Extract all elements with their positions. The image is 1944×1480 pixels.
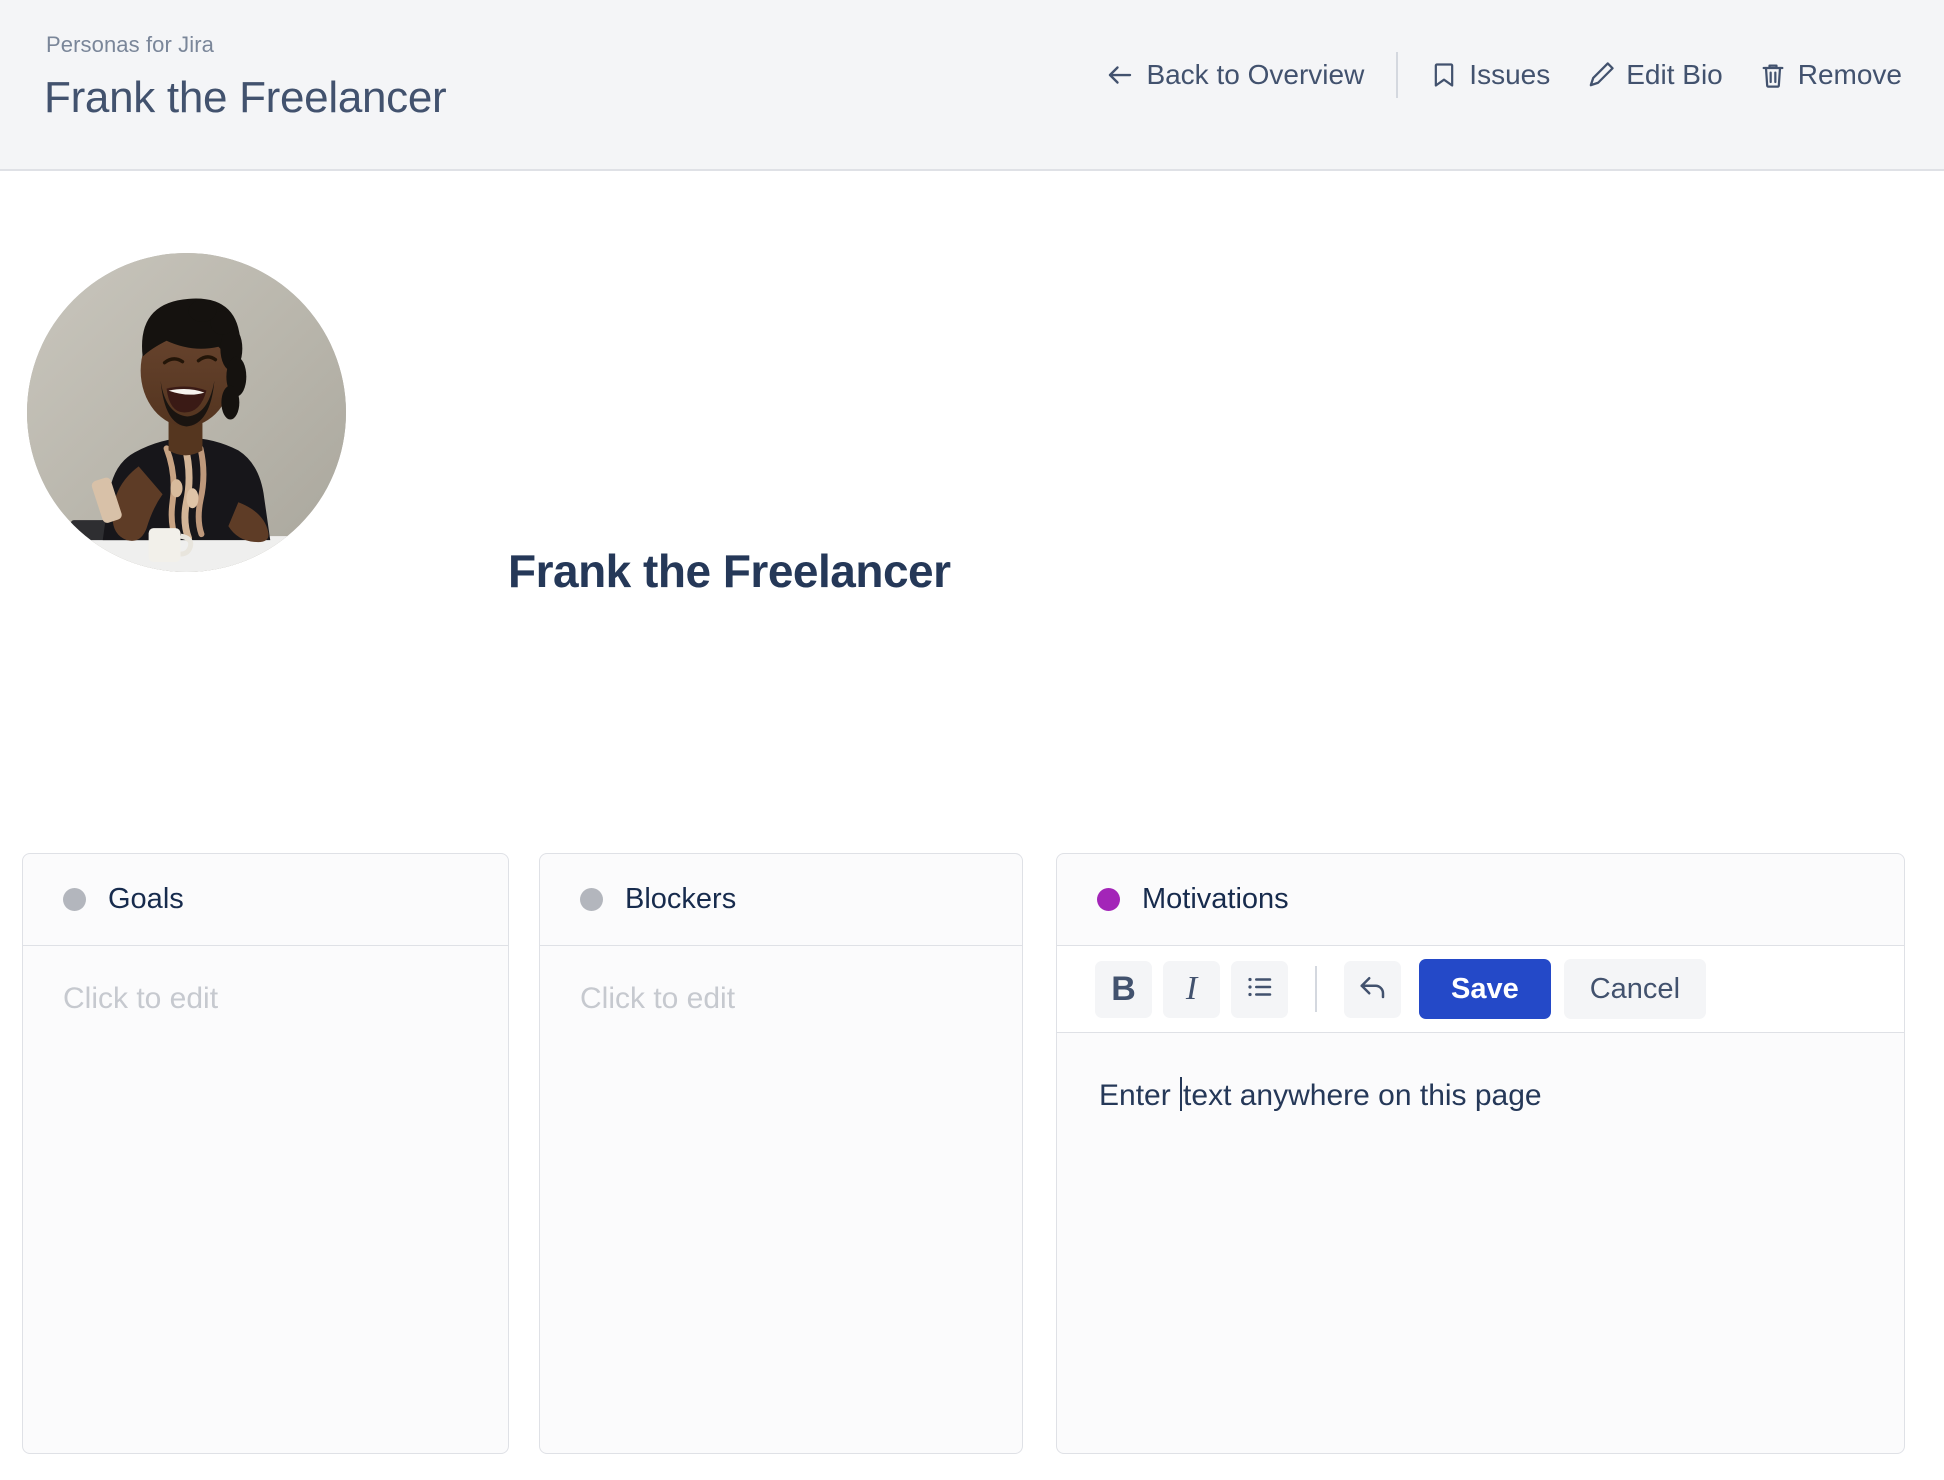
bullet-list-button[interactable]	[1231, 960, 1288, 1018]
card-goals-title: Goals	[108, 883, 184, 915]
profile-section: Frank the Freelancer	[0, 171, 1944, 853]
header-divider	[1396, 52, 1399, 98]
card-motivations-title: Motivations	[1142, 883, 1289, 915]
back-to-overview-button[interactable]: Back to Overview	[1087, 53, 1382, 97]
cards-row: Goals Click to edit Blockers Click to ed…	[0, 853, 1944, 1454]
editor-text-after-caret: text anywhere on this page	[1183, 1079, 1542, 1112]
issues-button[interactable]: Issues	[1412, 53, 1568, 97]
status-dot-icon	[1097, 888, 1120, 911]
card-motivations-header: Motivations	[1057, 854, 1904, 946]
card-goals[interactable]: Goals Click to edit	[22, 853, 509, 1454]
card-blockers-header: Blockers	[540, 854, 1022, 946]
card-goals-header: Goals	[23, 854, 508, 946]
bullet-list-icon	[1245, 972, 1275, 1006]
remove-label: Remove	[1797, 59, 1902, 90]
card-goals-placeholder: Click to edit	[63, 982, 219, 1015]
editor-toolbar: B I Save Cancel	[1057, 946, 1904, 1033]
page-header: Personas for Jira Frank the Freelancer B…	[0, 0, 1944, 171]
bookmark-icon	[1430, 61, 1458, 89]
editor-text-area[interactable]: Enter text anywhere on this page	[1057, 1033, 1904, 1333]
bold-button[interactable]: B	[1095, 960, 1152, 1018]
card-goals-body[interactable]: Click to edit	[23, 946, 508, 1052]
arrow-left-icon	[1105, 60, 1135, 90]
undo-icon	[1358, 972, 1388, 1006]
edit-bio-label: Edit Bio	[1626, 59, 1723, 90]
cancel-button[interactable]: Cancel	[1563, 959, 1707, 1019]
card-blockers[interactable]: Blockers Click to edit	[539, 853, 1023, 1454]
pencil-icon	[1586, 61, 1615, 90]
status-dot-icon	[580, 888, 603, 911]
remove-button[interactable]: Remove	[1741, 53, 1920, 97]
undo-button[interactable]	[1344, 960, 1401, 1018]
save-button[interactable]: Save	[1419, 959, 1551, 1019]
breadcrumb: Personas for Jira	[46, 32, 214, 57]
edit-bio-button[interactable]: Edit Bio	[1568, 53, 1741, 97]
text-caret	[1180, 1077, 1183, 1111]
card-blockers-placeholder: Click to edit	[580, 982, 736, 1015]
card-motivations[interactable]: Motivations B I Save Cancel Enter text a…	[1056, 853, 1905, 1454]
profile-name: Frank the Freelancer	[508, 545, 951, 597]
issues-label: Issues	[1469, 59, 1551, 90]
header-actions: Back to Overview Issues Edit Bio Remove	[1087, 52, 1920, 98]
avatar-photo	[27, 253, 346, 572]
back-to-overview-label: Back to Overview	[1146, 59, 1365, 90]
card-blockers-body[interactable]: Click to edit	[540, 946, 1022, 1052]
avatar	[27, 253, 346, 572]
editor-text-before-caret: Enter	[1099, 1079, 1180, 1112]
card-blockers-title: Blockers	[625, 883, 737, 915]
page-title: Frank the Freelancer	[44, 73, 447, 122]
toolbar-divider	[1315, 966, 1317, 1012]
status-dot-icon	[63, 888, 86, 911]
italic-button[interactable]: I	[1163, 960, 1220, 1018]
trash-icon	[1759, 61, 1787, 89]
